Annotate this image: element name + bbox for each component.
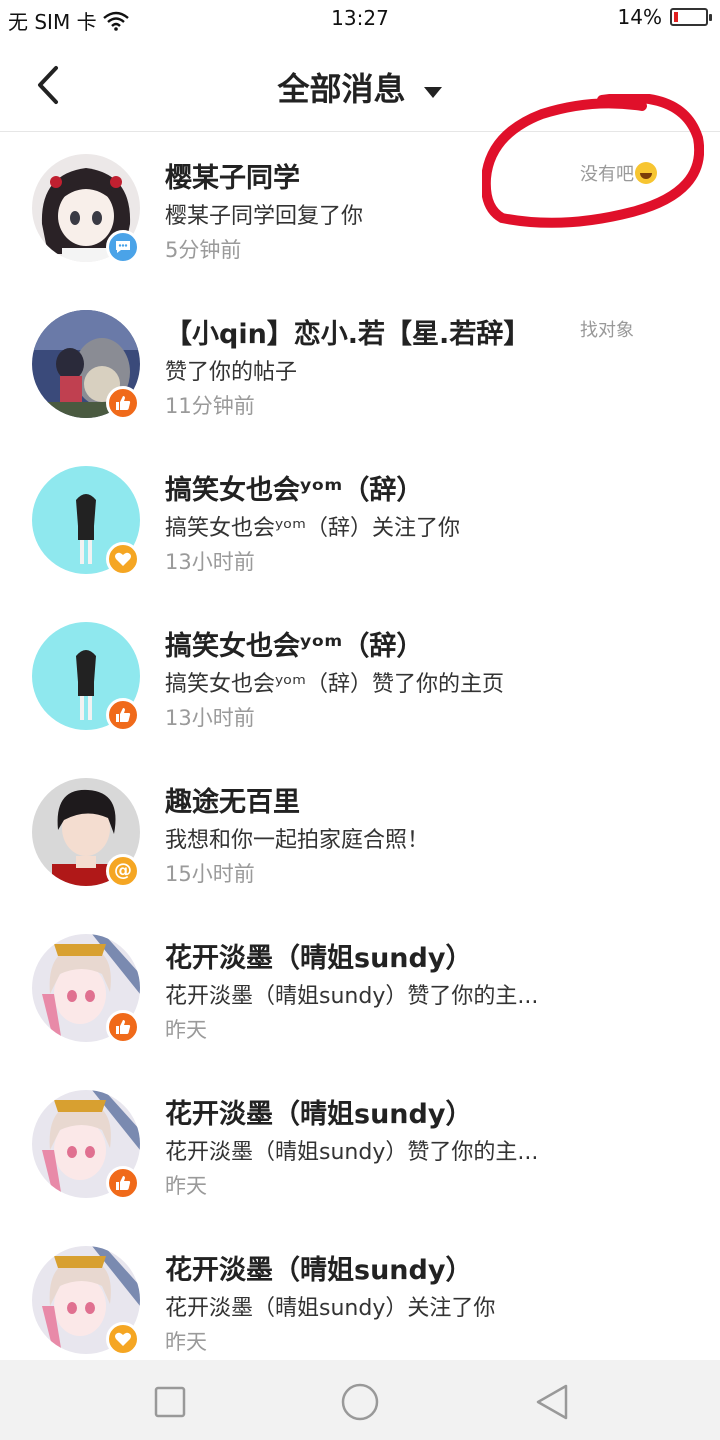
message-item[interactable]: 搞笑女也会ʸᵒᵐ（辞） 搞笑女也会ʸᵒᵐ（辞）关注了你 13小时前 bbox=[0, 444, 720, 600]
message-text: 花开淡墨（晴姐sundy）赞了你的主... bbox=[165, 984, 539, 1009]
clock: 13:27 bbox=[331, 6, 389, 30]
thumbs-up-icon bbox=[106, 1166, 140, 1200]
back-nav-icon[interactable] bbox=[532, 1382, 572, 1422]
message-text: 赞了你的帖子 bbox=[165, 360, 298, 385]
thumbs-up-icon bbox=[106, 1010, 140, 1044]
message-item[interactable]: 【小qin】恋小.若【星.若辞】 赞了你的帖子 11分钟前 找对象 bbox=[0, 288, 720, 444]
home-icon[interactable] bbox=[340, 1382, 380, 1422]
sender-name: 【小qin】恋小.若【星.若辞】 bbox=[165, 319, 531, 350]
page-title: 全部消息 bbox=[277, 70, 406, 108]
message-text: 搞笑女也会ʸᵒᵐ（辞）赞了你的主页 bbox=[165, 672, 505, 697]
message-time: 昨天 bbox=[165, 1174, 207, 1198]
thumbs-up-icon bbox=[106, 386, 140, 420]
caret-down-icon bbox=[423, 86, 442, 98]
message-text: 我想和你一起拍家庭合照！ bbox=[165, 828, 430, 853]
sender-name: 趣途无百里 bbox=[165, 787, 300, 818]
sender-name: 搞笑女也会ʸᵒᵐ（辞） bbox=[165, 631, 424, 662]
heart-icon bbox=[106, 1322, 140, 1356]
message-item[interactable]: @ 趣途无百里 我想和你一起拍家庭合照！ 15小时前 bbox=[0, 756, 720, 912]
message-item[interactable]: 花开淡墨（晴姐sundy） 花开淡墨（晴姐sundy）赞了你的主... 昨天 bbox=[0, 1068, 720, 1224]
message-time: 昨天 bbox=[165, 1018, 207, 1042]
status-right: 14% bbox=[617, 5, 712, 29]
message-time: 15小时前 bbox=[165, 862, 255, 886]
quoted-text: 找对象 bbox=[580, 320, 634, 341]
battery-level bbox=[674, 12, 679, 22]
message-time: 13小时前 bbox=[165, 550, 255, 574]
system-nav-bar bbox=[0, 1360, 720, 1440]
thumbs-up-icon bbox=[106, 698, 140, 732]
message-text: 花开淡墨（晴姐sundy）关注了你 bbox=[165, 1296, 496, 1321]
sender-name: 花开淡墨（晴姐sundy） bbox=[165, 1255, 473, 1286]
sender-name: 花开淡墨（晴姐sundy） bbox=[165, 943, 473, 974]
annotation-circle bbox=[482, 94, 704, 228]
status-bar: 无 SIM 卡 13:27 14% bbox=[0, 0, 720, 38]
message-item[interactable]: 搞笑女也会ʸᵒᵐ（辞） 搞笑女也会ʸᵒᵐ（辞）赞了你的主页 13小时前 bbox=[0, 600, 720, 756]
sender-name: 樱某子同学 bbox=[165, 163, 300, 194]
sender-name: 花开淡墨（晴姐sundy） bbox=[165, 1099, 473, 1130]
message-item[interactable]: 花开淡墨（晴姐sundy） 花开淡墨（晴姐sundy）关注了你 昨天 bbox=[0, 1224, 720, 1380]
at-icon: @ bbox=[106, 854, 140, 888]
recent-apps-icon[interactable] bbox=[150, 1382, 190, 1422]
sender-name: 搞笑女也会ʸᵒᵐ（辞） bbox=[165, 475, 424, 506]
message-text: 搞笑女也会ʸᵒᵐ（辞）关注了你 bbox=[165, 516, 461, 541]
message-time: 昨天 bbox=[165, 1330, 207, 1354]
message-time: 13小时前 bbox=[165, 706, 255, 730]
message-item[interactable]: 花开淡墨（晴姐sundy） 花开淡墨（晴姐sundy）赞了你的主... 昨天 bbox=[0, 912, 720, 1068]
message-time: 11分钟前 bbox=[165, 394, 255, 418]
battery-icon bbox=[670, 8, 712, 26]
message-time: 5分钟前 bbox=[165, 238, 242, 262]
message-text: 樱某子同学回复了你 bbox=[165, 204, 364, 229]
comment-icon bbox=[106, 230, 140, 264]
battery-percent: 14% bbox=[617, 5, 662, 29]
heart-icon bbox=[106, 542, 140, 576]
message-text: 花开淡墨（晴姐sundy）赞了你的主... bbox=[165, 1140, 539, 1165]
message-list: 樱某子同学 樱某子同学回复了你 5分钟前 没有吧 【小qin】恋小.若【星.若辞… bbox=[0, 132, 720, 1380]
